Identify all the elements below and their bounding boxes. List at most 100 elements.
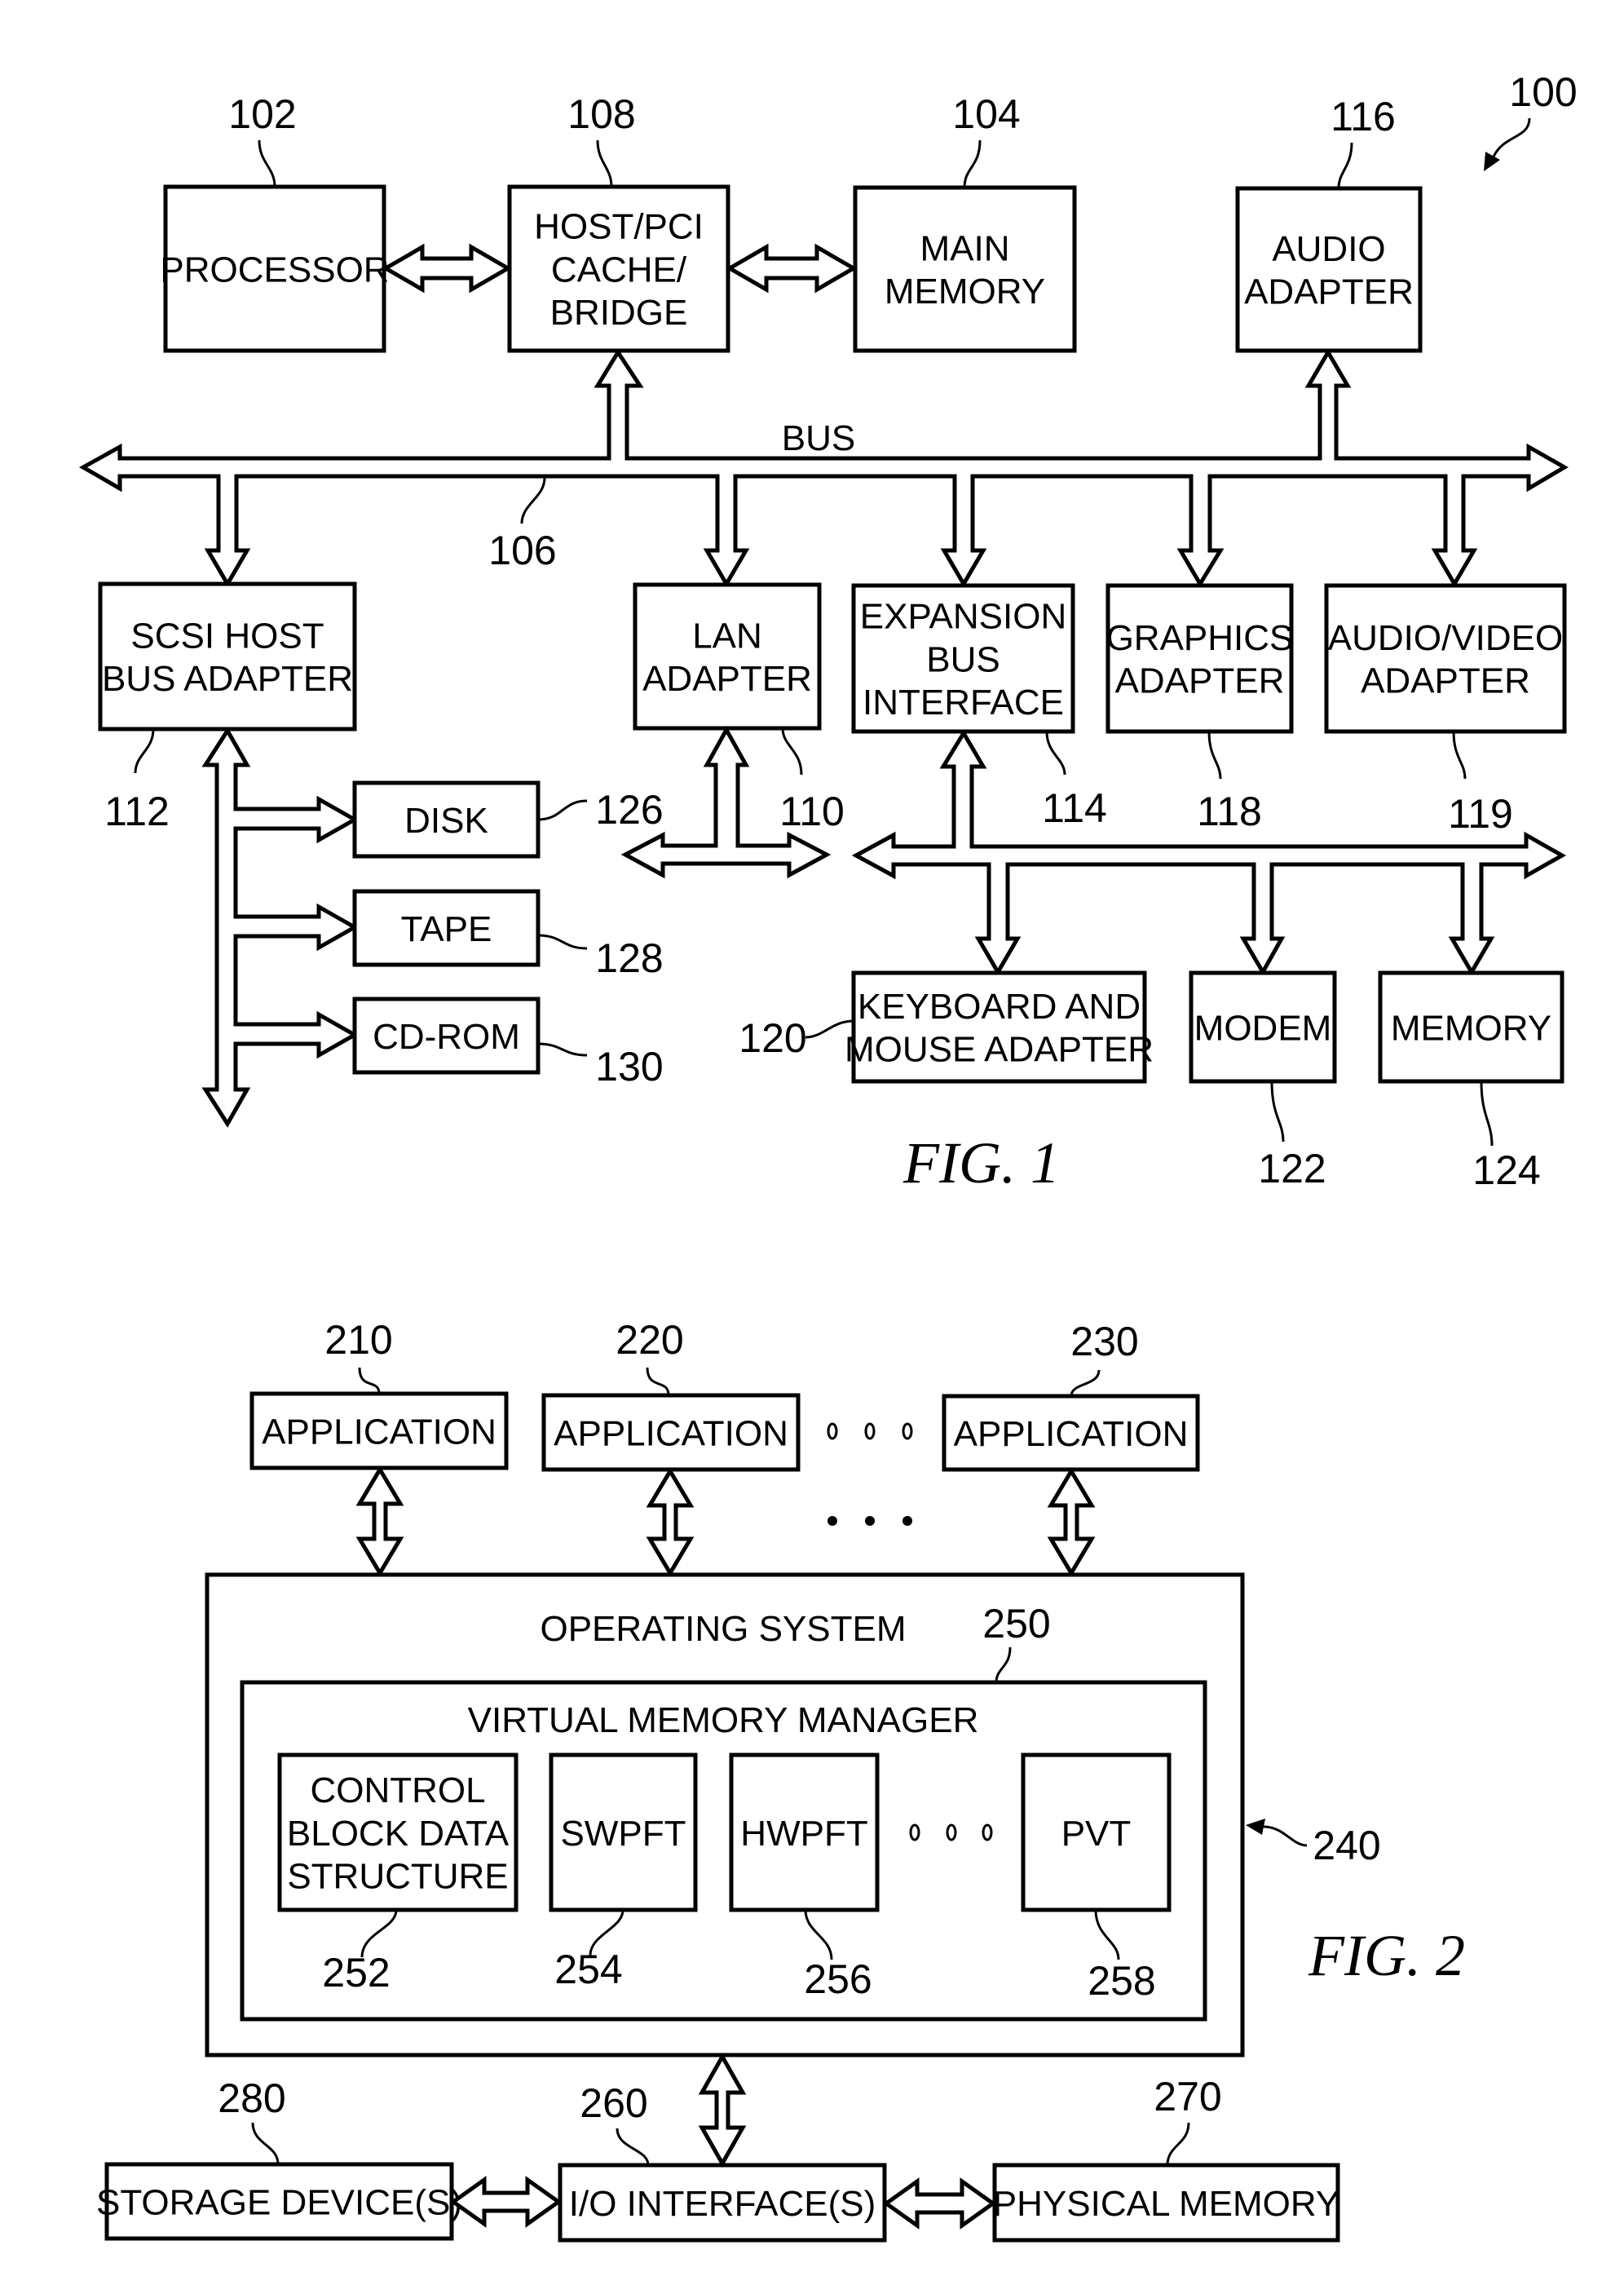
leader-line — [537, 799, 588, 821]
ref-130: 130 — [595, 1044, 663, 1089]
leader-line — [616, 2128, 650, 2166]
leader-line — [134, 728, 155, 774]
leader-line — [1166, 2122, 1190, 2166]
bus-label: BUS — [782, 418, 855, 458]
ref-124: 124 — [1472, 1147, 1540, 1193]
graphics-adapter-label: GRAPHICS — [1106, 618, 1294, 658]
pvt-block: PVT — [1021, 1752, 1172, 1912]
disk-label: DISK — [404, 801, 488, 841]
bus-ref-leader — [520, 477, 546, 524]
graphics-adapter-block: GRAPHICSADAPTER — [1105, 583, 1294, 734]
application-3-label: APPLICATION — [954, 1414, 1189, 1454]
leader-line — [1480, 1081, 1494, 1147]
ref-104: 104 — [952, 91, 1020, 137]
figure-1-caption: FIG. 1 — [902, 1130, 1060, 1196]
expansion-bus-interface-label: INTERFACE — [863, 683, 1064, 723]
graphics-adapter-label: ADAPTER — [1115, 661, 1285, 701]
ref-260: 260 — [580, 2080, 647, 2126]
ref-256: 256 — [804, 1956, 872, 2002]
lan-adapter-block: LANADAPTER — [633, 582, 822, 731]
memory-block: MEMORY — [1378, 970, 1564, 1084]
figure-1: PROCESSORHOST/PCICACHE/BRIDGEMAINMEMORYA… — [78, 69, 1578, 1196]
ref-252: 252 — [322, 1950, 390, 1996]
keyboard-mouse-adapter-block: KEYBOARD ANDMOUSE ADAPTER — [845, 970, 1154, 1084]
figure-2-caption: FIG. 2 — [1308, 1923, 1465, 1988]
app2-os-arrow — [646, 1467, 695, 1577]
host-pci-bridge-block: HOST/PCICACHE/BRIDGE — [507, 184, 730, 353]
leader-line — [646, 1367, 670, 1396]
graphics-adapter-box — [1105, 583, 1294, 734]
patent-drawing: PROCESSORHOST/PCICACHE/BRIDGEMAINMEMORYA… — [78, 69, 1578, 2243]
ref-110: 110 — [779, 789, 845, 834]
leader-line — [1045, 731, 1066, 776]
ellipsis-ring — [827, 1422, 838, 1440]
host-pci-bridge-label: CACHE/ — [551, 250, 687, 289]
leader-line — [537, 934, 588, 950]
ref-119: 119 — [1448, 791, 1513, 837]
bus-ref-label: 106 — [488, 528, 556, 573]
app1-os-arrow — [355, 1465, 404, 1577]
audio-adapter-box — [1235, 186, 1423, 353]
leader-line — [358, 1367, 381, 1394]
ref-258: 258 — [1088, 1958, 1155, 2004]
expansion-bus-interface-label: BUS — [926, 639, 1000, 679]
cd-rom-block: CD-ROM — [352, 997, 541, 1075]
system-ref-leader — [1492, 117, 1531, 157]
ellipsis-ring — [902, 1422, 913, 1440]
processor-block: PROCESSOR — [160, 184, 390, 353]
ref-280: 280 — [218, 2075, 285, 2121]
application-2-label: APPLICATION — [554, 1413, 788, 1453]
ref-102: 102 — [228, 91, 296, 137]
io-interfaces-block: I/O INTERFACE(S) — [558, 2163, 887, 2243]
operating-system-label: OPERATING SYSTEM — [540, 1609, 906, 1649]
os-io-arrow — [698, 2052, 747, 2168]
main-memory-label: MEMORY — [885, 272, 1045, 312]
ref-126: 126 — [595, 787, 663, 833]
modem-label: MODEM — [1194, 1008, 1332, 1048]
virtual-memory-manager-label: VIRTUAL MEMORY MANAGER — [468, 1700, 979, 1740]
host-pci-bridge-label: BRIDGE — [550, 293, 688, 333]
ref-270: 270 — [1154, 2074, 1221, 2119]
cd-rom-label: CD-ROM — [373, 1017, 520, 1057]
ref-122: 122 — [1258, 1146, 1326, 1191]
modem-block: MODEM — [1189, 970, 1337, 1084]
main-memory-label: MAIN — [920, 228, 1010, 268]
leader-line — [963, 139, 982, 188]
expansion-bus-interface-block: EXPANSIONBUSINTERFACE — [851, 583, 1075, 734]
physical-memory-label: PHYSICAL MEMORY — [993, 2184, 1339, 2224]
disk-block: DISK — [352, 780, 541, 859]
system-ref-arrowhead — [1484, 152, 1500, 171]
system-bus — [78, 348, 1569, 588]
bridge-memory-arrow — [726, 243, 858, 294]
ellipsis-ring — [864, 1422, 876, 1440]
keyboard-mouse-adapter-label: KEYBOARD AND — [858, 987, 1141, 1027]
scsi-host-bus-adapter-box — [98, 581, 357, 731]
ref-254: 254 — [554, 1947, 622, 1992]
leader-line — [258, 139, 276, 188]
ref-120: 120 — [739, 1015, 806, 1061]
hwpft-label: HWPFT — [740, 1814, 867, 1854]
leader-line — [1207, 731, 1222, 780]
memory-label: MEMORY — [1391, 1008, 1551, 1048]
physical-memory-block: PHYSICAL MEMORY — [992, 2163, 1340, 2243]
application-1-block: APPLICATION — [249, 1391, 509, 1470]
audio-video-adapter-block: AUDIO/VIDEOADAPTER — [1324, 583, 1567, 734]
os-ref-leader — [1263, 1825, 1308, 1847]
leader-line — [537, 1042, 588, 1057]
processor-label: PROCESSOR — [160, 250, 389, 289]
swpft-label: SWPFT — [561, 1814, 686, 1854]
hwpft-block: HWPFT — [729, 1752, 880, 1912]
audio-adapter-label: AUDIO — [1272, 229, 1385, 269]
figure-2: APPLICATION APPLICATION APPLICATION 210 220 2… — [96, 1317, 1465, 2243]
leader-line — [1270, 1081, 1285, 1142]
ref-250: 250 — [982, 1601, 1050, 1646]
application-1-label: APPLICATION — [262, 1412, 496, 1452]
main-memory-box — [853, 185, 1077, 353]
app3-os-arrow — [1047, 1467, 1096, 1577]
leader-line — [1070, 1369, 1101, 1397]
audio-video-adapter-box — [1324, 583, 1567, 734]
scsi-host-bus-adapter-block: SCSI HOSTBUS ADAPTER — [98, 581, 357, 731]
io-memory-arrow — [882, 2177, 997, 2230]
leader-line — [1452, 731, 1467, 780]
application-2-block: APPLICATION — [541, 1393, 801, 1472]
